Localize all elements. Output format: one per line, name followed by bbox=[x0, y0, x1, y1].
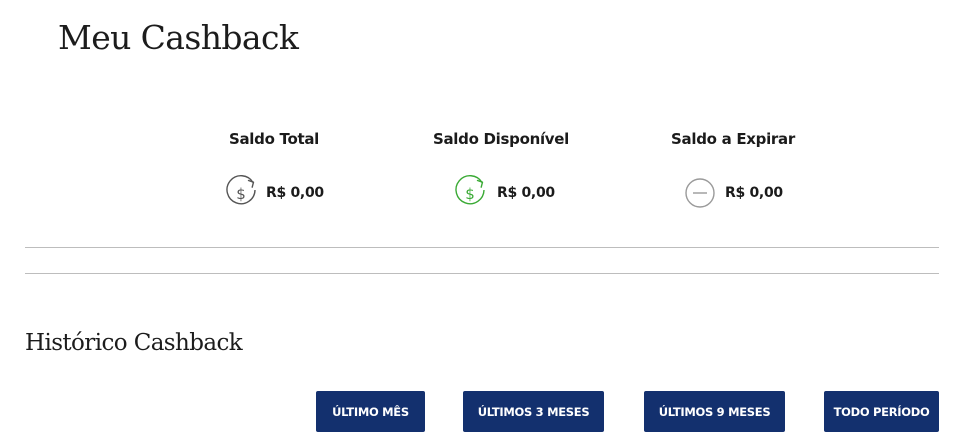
svg-text:$: $ bbox=[236, 185, 246, 203]
divider bbox=[25, 247, 939, 248]
filter-last-3-months-button[interactable]: ÚLTIMOS 3 MESES bbox=[463, 391, 604, 432]
balance-expiring-amount: R$ 0,00 bbox=[725, 185, 783, 201]
minus-circle-icon bbox=[685, 178, 715, 208]
balance-total-label: Saldo Total bbox=[228, 130, 319, 148]
filter-last-month-button[interactable]: ÚLTIMO MÊS bbox=[316, 391, 425, 432]
history-title: Histórico Cashback bbox=[25, 330, 243, 356]
balance-available-amount: R$ 0,00 bbox=[497, 185, 555, 201]
balance-available: Saldo Disponível $ R$ 0,00 bbox=[421, 130, 581, 220]
divider bbox=[25, 273, 939, 274]
filter-last-9-months-button[interactable]: ÚLTIMOS 9 MESES bbox=[644, 391, 785, 432]
page-title: Meu Cashback bbox=[58, 18, 299, 57]
dollar-refresh-icon: $ bbox=[455, 175, 485, 205]
balance-expiring-label: Saldo a Expirar bbox=[671, 130, 795, 148]
dollar-refresh-icon: $ bbox=[226, 175, 256, 205]
filter-all-period-button[interactable]: TODO PERÍODO bbox=[824, 391, 939, 432]
svg-text:$: $ bbox=[465, 185, 475, 203]
balance-available-label: Saldo Disponível bbox=[432, 130, 569, 148]
balance-total: Saldo Total $ R$ 0,00 bbox=[194, 130, 354, 220]
balance-expiring: Saldo a Expirar R$ 0,00 bbox=[653, 130, 813, 220]
balance-total-amount: R$ 0,00 bbox=[266, 185, 324, 201]
